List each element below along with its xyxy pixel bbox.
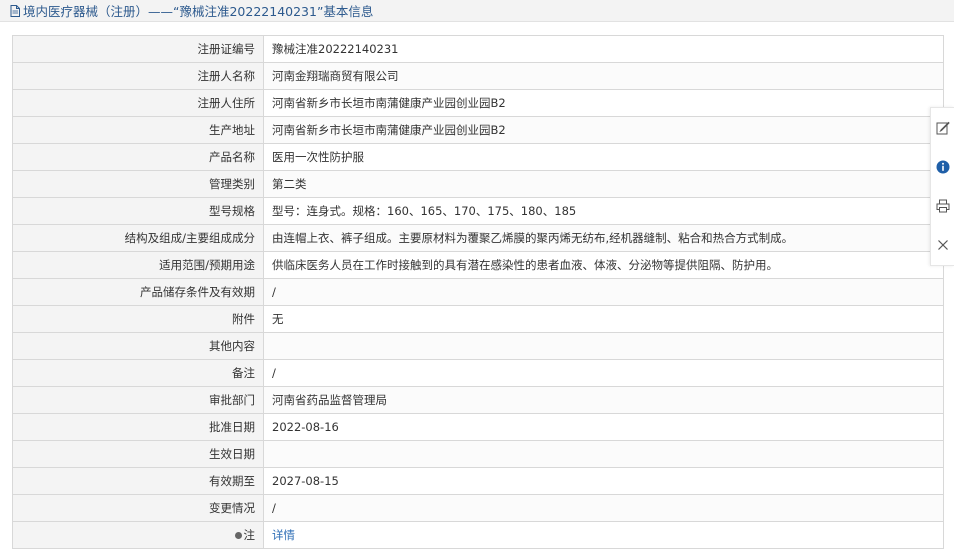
row-value: 无	[263, 305, 944, 333]
document-icon	[10, 4, 20, 17]
detail-link[interactable]: 详情	[272, 528, 295, 542]
table-row: 管理类别 第二类	[12, 170, 944, 198]
table-row: 产品名称 医用一次性防护服	[12, 143, 944, 171]
row-value: 医用一次性防护服	[263, 143, 944, 171]
row-value: /	[263, 278, 944, 306]
row-label: 注册人住所	[12, 89, 264, 117]
row-value: /	[263, 359, 944, 387]
row-label: 生效日期	[12, 440, 264, 468]
row-label: 产品名称	[12, 143, 264, 171]
table-row: 注册人住所 河南省新乡市长垣市南蒲健康产业园创业园B2	[12, 89, 944, 117]
table-row: 注册人名称 河南金翔瑞商贸有限公司	[12, 62, 944, 90]
note-label: 注	[243, 528, 256, 542]
edit-icon	[936, 121, 950, 135]
row-label: 审批部门	[12, 386, 264, 414]
row-value: 豫械注准20222140231	[263, 35, 944, 63]
row-value: 型号：连身式。规格：160、165、170、175、180、185	[263, 197, 944, 225]
row-label: 注	[12, 521, 264, 549]
row-value: 河南金翔瑞商贸有限公司	[263, 62, 944, 90]
row-value: 河南省新乡市长垣市南蒲健康产业园创业园B2	[263, 116, 944, 144]
table-row: 产品储存条件及有效期 /	[12, 278, 944, 306]
side-toolbar	[930, 107, 954, 266]
row-value: 2027-08-15	[263, 467, 944, 495]
row-label: 备注	[12, 359, 264, 387]
table-row: 附件无	[12, 305, 944, 333]
page-header: 境内医疗器械（注册）——“豫械注准20222140231”基本信息	[0, 0, 954, 22]
row-label: 适用范围/预期用途	[12, 251, 264, 279]
table-row: 批准日期 2022-08-16	[12, 413, 944, 441]
row-label: 注册人名称	[12, 62, 264, 90]
row-label: 结构及组成/主要组成成分	[12, 224, 264, 252]
row-value: /	[263, 494, 944, 522]
table-row: 注册证编号 豫械注准20222140231	[12, 35, 944, 63]
table-row: 审批部门 河南省药品监督管理局	[12, 386, 944, 414]
table-row: 型号规格 型号：连身式。规格：160、165、170、175、180、185	[12, 197, 944, 225]
print-button[interactable]	[935, 198, 951, 214]
table-row: 结构及组成/主要组成成分 由连帽上衣、裤子组成。主要原材料为覆聚乙烯膜的聚丙烯无纺…	[12, 224, 944, 252]
table-row: 适用范围/预期用途 供临床医务人员在工作时接触到的具有潜在感染性的患者血液、体液、…	[12, 251, 944, 279]
pin-icon	[234, 532, 242, 539]
close-button[interactable]	[935, 237, 951, 253]
table-row-note: 注 详情	[12, 521, 944, 549]
row-value	[263, 440, 944, 468]
row-value: 详情	[263, 521, 944, 549]
table-row: 生产地址 河南省新乡市长垣市南蒲健康产业园创业园B2	[12, 116, 944, 144]
row-label: 变更情况	[12, 494, 264, 522]
page-title: 境内医疗器械（注册）——“豫械注准20222140231”基本信息	[23, 4, 374, 19]
row-value: 供临床医务人员在工作时接触到的具有潜在感染性的患者血液、体液、分泌物等提供阻隔、…	[263, 251, 944, 279]
row-value: 第二类	[263, 170, 944, 198]
table-row: 变更情况 /	[12, 494, 944, 522]
row-value: 2022-08-16	[263, 413, 944, 441]
row-label: 产品储存条件及有效期	[12, 278, 264, 306]
row-label: 批准日期	[12, 413, 264, 441]
row-value	[263, 332, 944, 360]
row-label: 其他内容	[12, 332, 264, 360]
row-label: 附件	[12, 305, 264, 333]
print-icon	[936, 199, 949, 213]
info-icon	[936, 160, 949, 174]
info-button[interactable]	[935, 159, 951, 175]
edit-button[interactable]	[935, 120, 951, 136]
row-label: 型号规格	[12, 197, 264, 225]
row-label: 管理类别	[12, 170, 264, 198]
row-label: 注册证编号	[12, 35, 264, 63]
table-row: 备注 /	[12, 359, 944, 387]
row-label: 生产地址	[12, 116, 264, 144]
close-icon	[937, 240, 948, 251]
row-value: 由连帽上衣、裤子组成。主要原材料为覆聚乙烯膜的聚丙烯无纺布,经机器缝制、粘合和热…	[263, 224, 944, 252]
table-row: 其他内容	[12, 332, 944, 360]
row-label: 有效期至	[12, 467, 264, 495]
table-row: 有效期至 2027-08-15	[12, 467, 944, 495]
row-value: 河南省新乡市长垣市南蒲健康产业园创业园B2	[263, 89, 944, 117]
info-table: 注册证编号 豫械注准20222140231 注册人名称 河南金翔瑞商贸有限公司 注册人住…	[12, 35, 944, 549]
table-row: 生效日期	[12, 440, 944, 468]
row-value: 河南省药品监督管理局	[263, 386, 944, 414]
